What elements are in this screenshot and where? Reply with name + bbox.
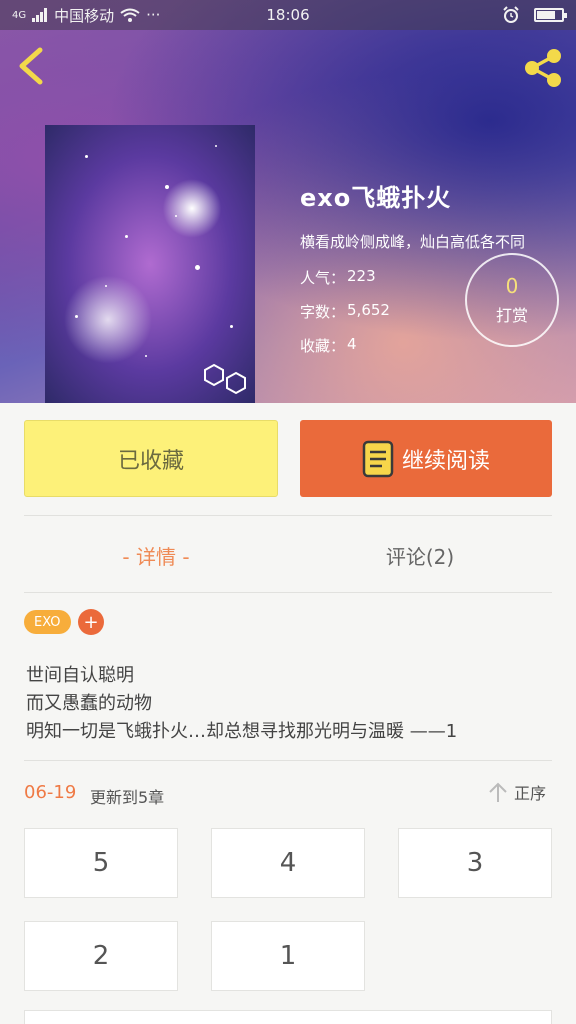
word-count-label: 字数： xyxy=(300,303,346,321)
share-button[interactable] xyxy=(520,44,568,92)
network-type: 4G xyxy=(12,9,27,21)
back-button[interactable] xyxy=(12,44,52,88)
sort-arrow-icon xyxy=(489,782,507,802)
favorites-label: 收藏： xyxy=(300,337,346,355)
book-description: 世间自认聪明 而又愚蠢的动物 明知一切是飞蛾扑火…却总想寻找那光明与温暖 ——1 xyxy=(26,662,576,746)
book-intro: 横看成岭侧成峰，灿白高低各不同 xyxy=(300,233,526,251)
tag-label: EXO xyxy=(34,614,61,630)
chapter-number: 3 xyxy=(466,848,484,878)
update-text: 更新到5章 xyxy=(90,788,165,807)
add-tag-button[interactable]: + xyxy=(78,609,104,635)
description-line: 世间自认聪明 xyxy=(26,665,134,686)
chapter-button[interactable]: 4 xyxy=(211,828,365,898)
more-indicator: ··· xyxy=(146,6,161,24)
wifi-icon xyxy=(120,8,140,22)
back-arrow-icon xyxy=(19,47,43,85)
chapter-number: 1 xyxy=(279,941,297,971)
tab-details-label: - 详情 - xyxy=(122,544,190,569)
update-date: 06-19 xyxy=(24,782,77,803)
status-time: 18:06 xyxy=(266,6,310,24)
book-header: exo飞蛾扑火 横看成岭侧成峰，灿白高低各不同 人气： 223 字数： 5,65… xyxy=(0,0,576,403)
alarm-icon xyxy=(503,6,519,23)
signal-icon xyxy=(32,8,48,22)
chapter-button[interactable]: 1 xyxy=(211,921,365,991)
book-icon xyxy=(362,440,394,477)
carrier-name: 中国移动 xyxy=(54,6,115,25)
tab-details[interactable]: - 详情 - xyxy=(24,535,288,575)
tab-comments-label: 评论(2) xyxy=(385,544,455,569)
divider xyxy=(24,592,552,593)
share-icon xyxy=(525,49,561,87)
reward-button[interactable]: 0 打赏 xyxy=(465,253,559,347)
word-count-value: 5,652 xyxy=(347,301,390,319)
chapter-button[interactable]: 5 xyxy=(24,828,178,898)
reward-count: 0 xyxy=(505,274,519,298)
chapter-button[interactable]: 3 xyxy=(398,828,552,898)
book-cover-image xyxy=(45,125,255,403)
chapter-number: 5 xyxy=(92,848,110,878)
bottom-panel-edge xyxy=(24,1010,552,1024)
add-tag-label: + xyxy=(83,611,99,633)
sort-order-label: 正序 xyxy=(514,784,547,803)
divider xyxy=(24,515,552,516)
continue-reading-label: 继续阅读 xyxy=(401,448,490,474)
battery-icon xyxy=(534,8,567,22)
collected-label: 已收藏 xyxy=(117,448,184,474)
collected-button[interactable]: 已收藏 xyxy=(24,420,278,497)
sort-order-button[interactable]: 正序 xyxy=(488,780,546,804)
tag-exo[interactable]: EXO xyxy=(24,610,71,634)
tab-comments[interactable]: 评论(2) xyxy=(288,535,552,575)
chapter-button[interactable]: 2 xyxy=(24,921,178,991)
book-title: exo飞蛾扑火 xyxy=(300,184,452,212)
continue-reading-button[interactable]: 继续阅读 xyxy=(300,420,552,497)
chapter-number: 4 xyxy=(279,848,297,878)
popularity-label: 人气： xyxy=(300,269,346,287)
reward-label: 打赏 xyxy=(495,306,528,325)
exo-logo-icon xyxy=(204,363,246,395)
description-line: 而又愚蠢的动物 xyxy=(26,693,152,714)
status-bar: 4G 中国移动 ··· 18:06 xyxy=(0,0,576,30)
description-line: 明知一切是飞蛾扑火…却总想寻找那光明与温暖 ——1 xyxy=(26,721,458,742)
divider xyxy=(24,760,552,761)
favorites-value: 4 xyxy=(347,335,357,353)
chapter-number: 2 xyxy=(92,941,110,971)
popularity-value: 223 xyxy=(347,267,376,285)
